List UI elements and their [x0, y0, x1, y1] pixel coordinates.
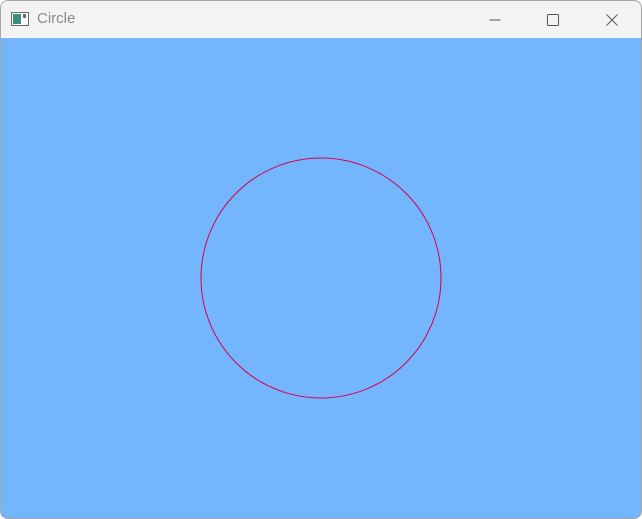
client-area[interactable] — [1, 38, 641, 518]
canvas-background — [1, 38, 641, 518]
title-bar[interactable]: Circle — [1, 1, 641, 38]
close-button[interactable] — [583, 1, 641, 38]
close-icon — [606, 13, 618, 26]
drawing-canvas — [1, 38, 641, 518]
maximize-icon — [547, 13, 559, 26]
maximize-button[interactable] — [524, 1, 582, 38]
app-window: Circle — [0, 0, 642, 519]
window-title: Circle — [37, 10, 76, 27]
minimize-button[interactable] — [466, 1, 524, 38]
minimize-icon — [489, 19, 501, 20]
app-window-icon — [11, 12, 29, 26]
